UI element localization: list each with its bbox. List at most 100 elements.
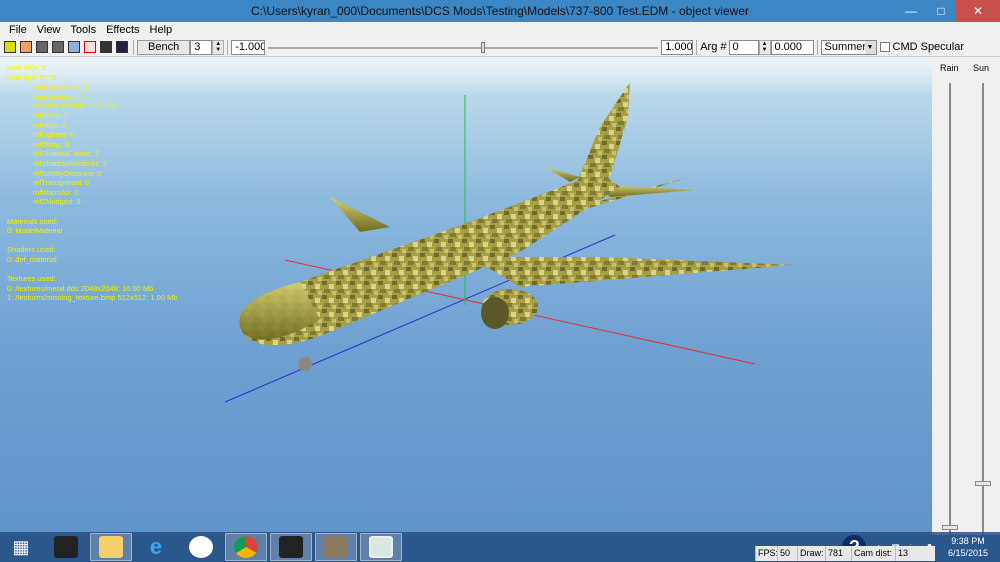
time: 9:38 PM	[951, 536, 985, 546]
weather-panel: Rain Sun	[932, 57, 1000, 535]
info-line: mfHalo: 0	[33, 120, 66, 130]
engine-intake	[481, 297, 509, 329]
season-select[interactable]: Summer ▼	[820, 39, 877, 55]
menu-bar: File View Tools Effects Help	[0, 22, 1000, 38]
animation-icon[interactable]	[20, 41, 32, 53]
min-value-field[interactable]: -1.000	[231, 39, 266, 55]
sun-label: Sun	[973, 63, 990, 73]
slider-thumb[interactable]	[480, 41, 485, 53]
info-line: 0: ModelMaterial	[7, 226, 63, 236]
info-line: mfLighted: 0	[33, 130, 75, 140]
menu-view[interactable]: View	[32, 22, 66, 38]
info-line: Shaders used:	[7, 245, 56, 255]
season-value: Summer	[824, 40, 867, 53]
menu-file[interactable]: File	[4, 22, 32, 38]
info-line: textures weight: 17.00Mb	[33, 101, 117, 111]
bench-button[interactable]: Bench	[137, 39, 191, 55]
windows-icon: ▦	[12, 536, 30, 557]
taskbar-3ds-max[interactable]	[270, 533, 312, 561]
taskbar-gimp[interactable]	[315, 533, 357, 561]
copy-icon[interactable]	[116, 41, 128, 53]
info-line: num tigs: 8778	[7, 72, 57, 82]
left-wing	[330, 197, 390, 232]
fps-label: FPS:	[755, 546, 777, 561]
touch-keyboard-icon	[54, 536, 78, 558]
divider	[227, 39, 229, 55]
taskbar-object-viewer[interactable]	[360, 533, 402, 561]
open-icon[interactable]	[4, 41, 16, 53]
vertical-stabilizer	[575, 82, 630, 187]
arg-value-field[interactable]: 0.000	[770, 39, 814, 55]
folder-icon	[99, 536, 123, 558]
status-bar: FPS: 50 Draw: 781 Cam dist: 13	[755, 546, 935, 561]
title-bar: C:\Users\kyran_000\Documents\DCS Mods\Te…	[0, 0, 1000, 22]
info-line: num textures: 2	[33, 91, 85, 101]
taskbar-hp[interactable]	[180, 533, 222, 561]
info-line: mfOnlay: 0	[33, 139, 70, 149]
info-line: Materials used:	[7, 216, 58, 226]
arg-input[interactable]: 0	[728, 39, 759, 55]
info-line: mfWarmAir: 0	[33, 187, 79, 197]
bench-input[interactable]: 3	[190, 39, 213, 55]
info-line: mfShadowReceiver: 2	[33, 158, 107, 168]
draw-label: Draw:	[797, 546, 825, 561]
rain-label: Rain	[940, 63, 959, 73]
cmd-specular-checkbox[interactable]	[879, 42, 890, 52]
3d-viewport[interactable]: num objs: 2 num tigs: 8778 num materials: …	[0, 57, 932, 535]
taskbar-chrome[interactable]	[225, 533, 267, 561]
taskbar-file-explorer[interactable]	[90, 533, 132, 561]
right-wing	[470, 257, 795, 287]
info-line: Textures used:	[7, 274, 56, 284]
date: 6/15/2015	[947, 548, 989, 558]
sun-slider[interactable]	[982, 83, 984, 535]
menu-effects[interactable]: Effects	[101, 22, 144, 38]
fps-value: 50	[777, 546, 797, 561]
arg-label: Arg #	[700, 41, 727, 53]
info-line: 0: def_material	[7, 254, 57, 264]
wireframe-icon[interactable]	[68, 41, 80, 53]
close-button[interactable]: ✕	[956, 0, 1000, 22]
info-line: num materials: 1	[33, 82, 89, 92]
info-line: mfSortByDistance: 0	[33, 168, 102, 178]
clock[interactable]: 9:38 PM 6/15/2015	[936, 535, 1000, 559]
info-line: mfShadowCaster: 2	[33, 149, 99, 159]
menu-help[interactable]: Help	[145, 22, 178, 38]
info-line: 0: /textures/metal.dds 2048x2048: 16.00 …	[7, 283, 154, 293]
bench-spinner[interactable]: ▲ ▼	[212, 39, 225, 55]
menu-tools[interactable]: Tools	[65, 22, 101, 38]
taskbar-touch-keyboard[interactable]	[45, 533, 87, 561]
toolbar: Bench 3 ▲ ▼ -1.000 1.000 Arg # 0 ▲ ▼ 0.000…	[0, 38, 1000, 57]
object-viewer-icon	[369, 536, 393, 558]
arg-slider[interactable]	[268, 40, 659, 55]
3ds-max-icon	[279, 536, 303, 558]
start-button[interactable]: ▦	[0, 533, 42, 561]
cmd-specular-label: CMD Specular	[892, 41, 965, 53]
cam-dist-label: Cam dist:	[851, 546, 895, 561]
info-line: mfTransparent: 0	[33, 178, 90, 188]
divider	[696, 39, 698, 55]
draw-value: 781	[825, 546, 851, 561]
sun-slider-thumb[interactable]	[975, 480, 991, 486]
horizontal-stabilizer-left	[545, 167, 580, 182]
divider	[133, 39, 134, 55]
arg-spinner[interactable]: ▲ ▼	[758, 39, 771, 55]
rain-slider[interactable]	[949, 83, 951, 535]
hp-icon	[189, 536, 213, 558]
chevron-down-icon[interactable]: ▼	[864, 40, 876, 54]
redo-icon[interactable]	[52, 41, 64, 53]
divider	[816, 39, 818, 55]
taskbar-internet-explorer[interactable]: e	[135, 533, 177, 561]
rain-slider-thumb[interactable]	[942, 525, 958, 530]
window-title: C:\Users\kyran_000\Documents\DCS Mods\Te…	[251, 4, 749, 18]
info-line: mfZNudged: 0	[33, 197, 81, 207]
chrome-icon	[234, 536, 258, 558]
runner-icon[interactable]	[84, 41, 96, 53]
undo-icon[interactable]	[36, 41, 48, 53]
minimize-button[interactable]: —	[896, 0, 926, 22]
maximize-button[interactable]: □	[926, 0, 956, 22]
max-value-field[interactable]: 1.000	[661, 39, 694, 55]
model-info-overlay: num objs: 2 num tigs: 8778 num materials: …	[7, 63, 178, 303]
zoom-icon[interactable]	[100, 41, 112, 53]
gimp-icon	[324, 536, 348, 558]
info-line: mfEffect: 0	[33, 110, 69, 120]
